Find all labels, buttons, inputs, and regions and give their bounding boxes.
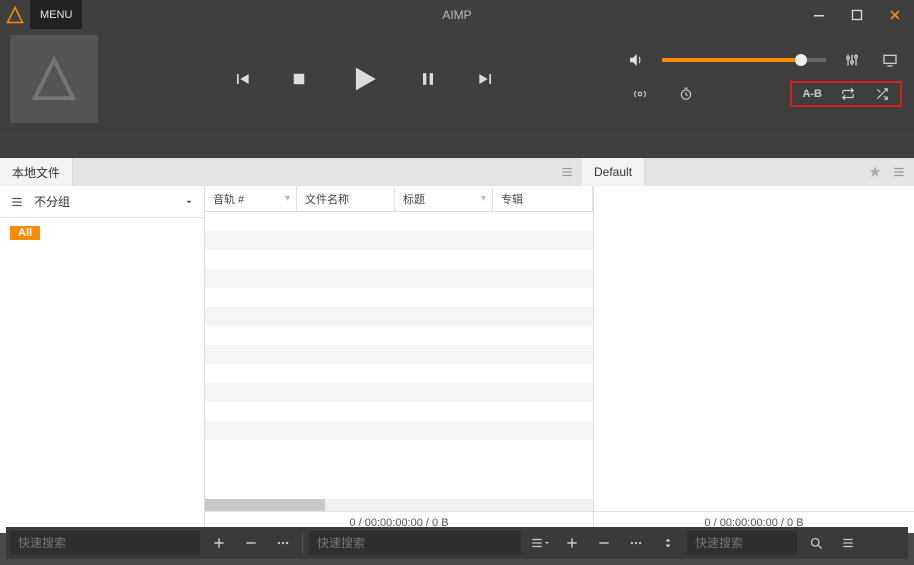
next-button[interactable] — [476, 69, 496, 89]
tab-default[interactable]: Default — [582, 158, 645, 186]
sidebar: 不分组 All — [0, 186, 205, 533]
shuffle-button[interactable] — [874, 87, 890, 101]
timer-icon[interactable] — [674, 87, 698, 101]
app-title: AIMP — [0, 8, 914, 22]
maximize-button[interactable] — [838, 0, 876, 29]
volume-icon[interactable] — [624, 51, 648, 69]
tab-label: 本地文件 — [12, 164, 60, 181]
playlist-rows[interactable] — [205, 212, 593, 499]
menu-button-bottom[interactable] — [835, 531, 861, 555]
col-track[interactable]: 音轨 #▾ — [205, 186, 297, 211]
add-button[interactable] — [206, 531, 232, 555]
filter-icon[interactable]: ▾ — [285, 193, 290, 204]
search-right[interactable] — [687, 531, 797, 555]
playback-mode-box: A-B — [790, 81, 902, 107]
horizontal-scrollbar[interactable] — [205, 499, 593, 511]
ab-repeat-button[interactable]: A-B — [802, 88, 822, 100]
col-title[interactable]: 标题▾ — [395, 186, 493, 211]
prev-button[interactable] — [232, 69, 252, 89]
hamburger-icon[interactable] — [892, 165, 906, 179]
filter-icon[interactable]: ▾ — [481, 193, 486, 204]
stop-button[interactable] — [290, 70, 308, 88]
search-left[interactable] — [10, 531, 200, 555]
add-button-2[interactable] — [559, 531, 585, 555]
queue-rows[interactable] — [594, 186, 914, 511]
sort-button[interactable] — [527, 531, 553, 555]
album-art — [10, 35, 98, 123]
search-button[interactable] — [803, 531, 829, 555]
col-filename[interactable]: 文件名称 — [297, 186, 395, 211]
tab-local-files[interactable]: 本地文件 — [0, 158, 73, 186]
repeat-button[interactable] — [840, 87, 856, 101]
menu-button[interactable]: MENU — [30, 0, 82, 29]
filter-chip-all[interactable]: All — [10, 226, 40, 240]
search-middle[interactable] — [309, 531, 521, 555]
col-album[interactable]: 专辑 — [493, 186, 593, 211]
minimize-button[interactable] — [800, 0, 838, 29]
playlist-pane: 音轨 #▾ 文件名称 标题▾ 专辑 0 / 00:00:00:00 / 0 B — [205, 186, 594, 533]
titlebar: MENU AIMP — [0, 0, 914, 29]
more-button[interactable] — [270, 531, 296, 555]
column-headers: 音轨 #▾ 文件名称 标题▾ 专辑 — [205, 186, 593, 212]
play-button[interactable] — [346, 62, 380, 96]
more-button-2[interactable] — [623, 531, 649, 555]
hamburger-icon[interactable] — [560, 165, 574, 179]
grouping-selector[interactable]: 不分组 — [0, 186, 204, 218]
grouping-label: 不分组 — [34, 193, 70, 210]
list-icon — [10, 195, 24, 209]
progress-area[interactable] — [0, 129, 914, 158]
close-button[interactable] — [876, 0, 914, 29]
queue-pane: 0 / 00:00:00:00 / 0 B — [594, 186, 914, 533]
updown-button[interactable] — [655, 531, 681, 555]
bottom-toolbar — [6, 527, 908, 559]
equalizer-button[interactable] — [840, 52, 864, 68]
tab-label: Default — [594, 165, 632, 179]
app-logo — [0, 0, 30, 29]
right-tabstrip — [645, 158, 914, 186]
visualization-button[interactable] — [878, 52, 902, 68]
chevron-down-icon — [184, 197, 194, 207]
left-tabstrip — [73, 158, 582, 186]
volume-slider[interactable] — [662, 58, 826, 62]
player-bar: A-B — [0, 29, 914, 129]
remove-button[interactable] — [238, 531, 264, 555]
radio-icon[interactable] — [628, 87, 652, 101]
remove-button-2[interactable] — [591, 531, 617, 555]
star-icon[interactable] — [868, 165, 882, 179]
pause-button[interactable] — [418, 69, 438, 89]
